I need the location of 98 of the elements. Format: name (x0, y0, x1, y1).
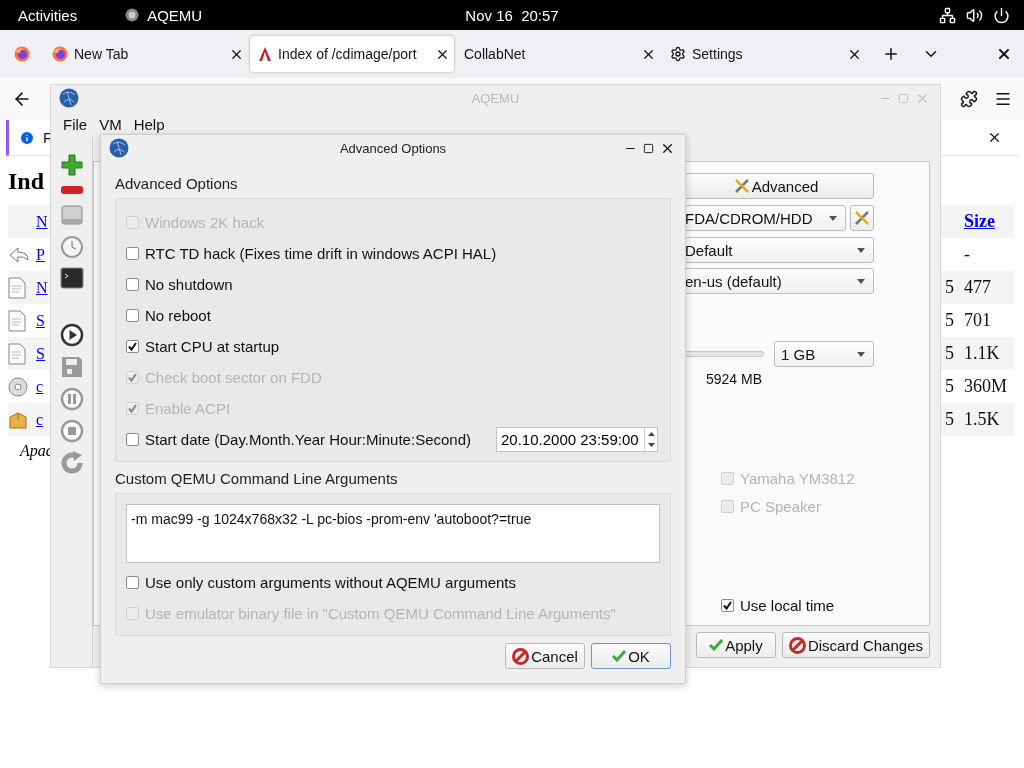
dialog-button[interactable]: Cancel (505, 643, 585, 669)
checkbox[interactable] (126, 340, 139, 353)
arguments-field[interactable]: -m mac99 -g 1024x768x32 -L pc-bios -prom-env 'autoboot?=true (126, 504, 660, 563)
dialog-button[interactable]: Apply (695, 632, 776, 658)
maximize-icon[interactable] (643, 142, 654, 154)
checkbox[interactable] (126, 278, 139, 291)
clock[interactable]: Nov 16 20:57 (442, 6, 582, 24)
network-icon[interactable] (939, 6, 956, 24)
browser-tab[interactable]: New Tab (44, 36, 248, 72)
checkbox[interactable] (126, 309, 139, 322)
server-signature: Apac (20, 442, 53, 460)
group-title: Custom QEMU Command Line Arguments (115, 470, 399, 488)
size-cell-text: 360M (964, 376, 1008, 397)
volume-icon[interactable] (966, 6, 983, 24)
browser-tab[interactable]: Index of /cdimage/port (250, 36, 454, 72)
page-heading: Ind (8, 168, 45, 195)
dialog-title: Advanced Options (338, 140, 448, 156)
size-cell-text: 701 (964, 310, 992, 331)
date-cell-text: 5 (944, 310, 955, 331)
spin-down-icon[interactable] (647, 443, 655, 448)
activities-button[interactable]: Activities (18, 6, 78, 24)
boot-settings-button[interactable] (850, 205, 874, 231)
dialog-button[interactable]: Discard Changes (781, 632, 930, 658)
stop-icon[interactable] (59, 419, 84, 443)
menu-icon[interactable] (994, 90, 1012, 108)
caret-icon (829, 215, 837, 221)
date-field[interactable]: 20.10.2000 23:59:00 (496, 427, 658, 452)
group-title: Advanced Options (115, 175, 239, 193)
file-link[interactable]: N (36, 212, 48, 231)
checkbox-label: Start CPU at startup (145, 338, 280, 355)
document-icon (8, 309, 26, 332)
file-link[interactable]: c (36, 410, 44, 429)
checkbox-label: PC Speaker (740, 498, 821, 515)
checkbox-label: Start date (Day.Month.Year Hour:Minute:Second) (145, 431, 471, 448)
close-icon[interactable] (987, 130, 1002, 145)
close-icon[interactable] (996, 46, 1012, 62)
checkbox-label: No shutdown (145, 276, 233, 293)
app-icon (125, 8, 140, 22)
settings-icon (670, 46, 686, 62)
info-icon (19, 129, 35, 146)
menu-item[interactable]: Help (133, 115, 165, 133)
checkbox[interactable] (126, 247, 139, 260)
tools-icon (854, 210, 870, 226)
checkbox-label: No reboot (145, 307, 211, 324)
menu-item[interactable]: VM (99, 115, 122, 133)
file-link[interactable]: S (36, 311, 45, 330)
caret-icon (857, 278, 865, 284)
tools-icon (733, 178, 750, 194)
date-cell-text: 5 (944, 409, 955, 430)
checkbox-label: Use only custom arguments without AQEMU arguments (145, 574, 516, 591)
globe-icon (109, 138, 129, 158)
file-link[interactable]: S (36, 344, 45, 363)
app-menu[interactable]: AQEMU (147, 6, 203, 24)
size-column-header[interactable]: Size (964, 211, 1014, 232)
check-icon (709, 639, 724, 651)
globe-icon (59, 88, 79, 108)
free-memory-label: 5924 MB (706, 371, 764, 387)
clock-icon[interactable] (59, 235, 84, 259)
new-tab-icon[interactable] (882, 45, 900, 63)
terminal-icon[interactable] (59, 267, 84, 289)
browser-tab[interactable]: Settings (662, 36, 866, 72)
forbidden-icon (788, 636, 806, 654)
file-link[interactable]: P (36, 245, 45, 264)
power-icon[interactable] (993, 6, 1010, 24)
date-cell-text: 5 (944, 343, 955, 364)
add-icon[interactable] (59, 153, 84, 177)
checkbox[interactable] (126, 433, 139, 446)
browser-tab[interactable]: CollabNet (456, 36, 660, 72)
caret-icon (857, 351, 865, 357)
file-link[interactable]: c (36, 377, 44, 396)
size-cell-text: 1.1K (964, 343, 1001, 364)
puzzle-icon[interactable] (960, 90, 978, 108)
checkbox[interactable] (126, 576, 139, 589)
pause-icon[interactable] (59, 387, 84, 411)
checkbox-label: Yamaha YM3812 (740, 470, 855, 487)
disc-icon (8, 376, 28, 397)
dialog-button[interactable]: OK (591, 643, 671, 669)
caret-icon (857, 247, 865, 253)
size-cell-text: 477 (964, 277, 992, 298)
remove-icon[interactable] (59, 185, 84, 195)
check-icon (612, 650, 627, 662)
play-icon[interactable] (59, 323, 84, 347)
forbidden-icon (512, 647, 530, 665)
date-cell-text: 5 (944, 376, 955, 397)
size-cell-text: - (964, 244, 971, 265)
checkbox-label: Use local time (740, 597, 835, 614)
checkbox[interactable] (721, 599, 734, 612)
spin-up-icon[interactable] (647, 431, 655, 436)
memory-combo[interactable]: 1 GB (774, 341, 874, 367)
date-cell-text: 5 (944, 277, 955, 298)
browser-icon (14, 46, 30, 62)
menu-item[interactable]: File (63, 115, 88, 133)
size-cell-text: 1.5K (964, 409, 1001, 430)
file-link[interactable]: N (36, 278, 48, 297)
back-arrow-icon (8, 245, 30, 264)
feather-icon (258, 46, 272, 62)
checkbox-label: RTC TD hack (Fixes time drift in windows ACPI HAL) (145, 245, 497, 262)
browser-icon (52, 46, 68, 62)
